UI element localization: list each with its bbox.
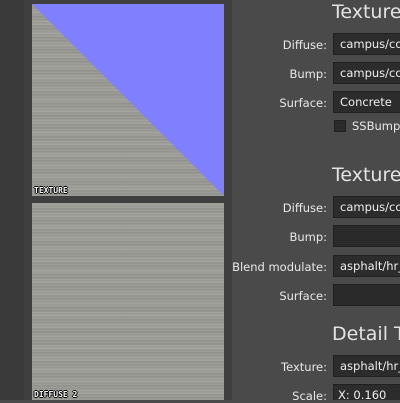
blend-modulate-label: Blend modulate: (232, 260, 327, 274)
diffuse2-label: Diffuse: (282, 201, 327, 215)
surface-label: Surface: (279, 96, 327, 110)
scale-x-field[interactable]: X: 0.160 (333, 384, 400, 400)
surface-select[interactable]: Concrete (333, 91, 400, 113)
bump2-label: Bump: (289, 230, 327, 244)
left-panel-edge (0, 0, 24, 400)
surface2-label: Surface: (279, 289, 327, 303)
surface2-field[interactable] (333, 284, 400, 306)
blend-modulate-field[interactable]: asphalt/hr_c (333, 255, 400, 277)
section-title-texture: Texture (332, 1, 400, 23)
texture-preview[interactable]: TEXTURE (32, 4, 224, 196)
detail-texture-field[interactable]: asphalt/hr_c (333, 355, 400, 377)
texture-preview-label: TEXTURE (34, 186, 68, 195)
scale-label: Scale: (292, 389, 327, 403)
diffuse2-preview[interactable]: DIFFUSE 2 (32, 203, 224, 400)
bump-field[interactable]: campus/con (333, 62, 400, 84)
ssbump-label: SSBump (352, 119, 400, 133)
ssbump-checkbox[interactable] (334, 120, 346, 132)
section-title-detail: Detail Te (332, 323, 400, 345)
diffuse2-field[interactable]: campus/con (333, 196, 400, 218)
normal-map-overlay (32, 4, 224, 196)
detail-texture-label: Texture: (281, 360, 327, 374)
diffuse-field[interactable]: campus/con (333, 33, 400, 55)
diffuse2-preview-label: DIFFUSE 2 (34, 390, 78, 399)
bump2-field[interactable] (333, 225, 400, 247)
section-title-texture2: Texture 2 (332, 164, 400, 186)
bump-label: Bump: (289, 67, 327, 81)
diffuse-label: Diffuse: (282, 38, 327, 52)
